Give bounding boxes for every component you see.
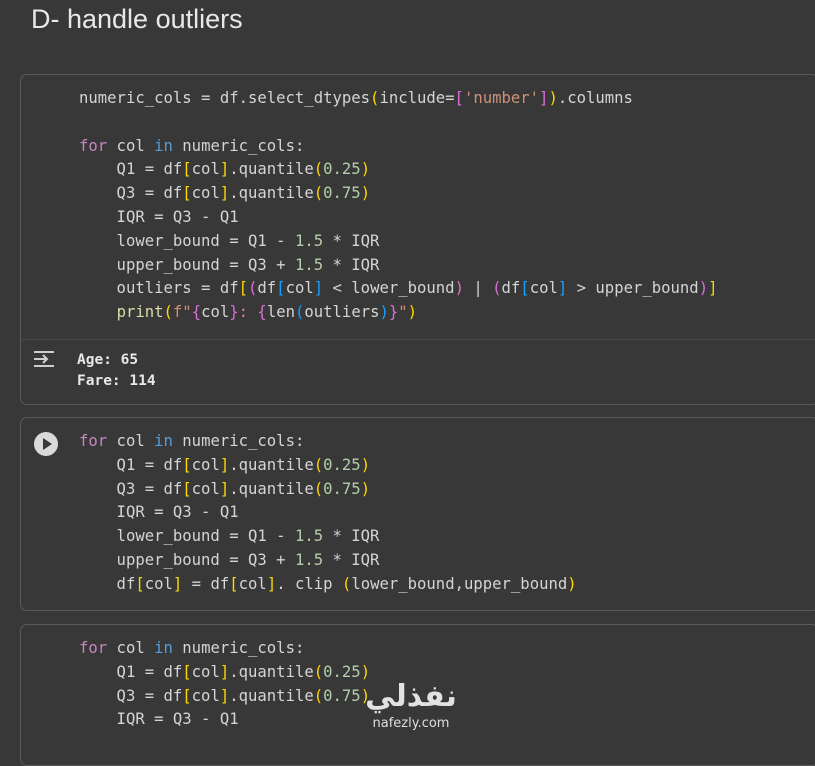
code-line: outliers = df[(df[col] < lower_bound) | … — [79, 279, 718, 298]
output-line: Age: 65 — [77, 352, 139, 368]
code-line: for col in numeric_cols: — [79, 432, 305, 450]
code-line: IQR = Q3 - Q1 — [79, 503, 239, 522]
code-line: IQR = Q3 - Q1 — [79, 710, 239, 729]
play-icon[interactable] — [34, 432, 58, 456]
code-cell-2[interactable]: for col in numeric_cols: Q1 = df[col].qu… — [20, 417, 815, 611]
code-editor[interactable]: for col in numeric_cols: Q1 = df[col].qu… — [79, 637, 370, 732]
code-line: numeric_cols = df.select_dtypes(include=… — [79, 89, 633, 107]
output-line: Fare: 114 — [77, 373, 156, 389]
code-line: Q3 = df[col].quantile(0.75) — [79, 686, 371, 705]
code-line: print(f"{col}: {len(outliers)}") — [116, 303, 418, 322]
code-line: Q1 = df[col].quantile(0.25) — [79, 455, 371, 474]
code-line: lower_bound = Q1 - 1.5 * IQR — [79, 527, 380, 546]
code-line: lower_bound = Q1 - 1.5 * IQR — [79, 231, 380, 250]
code-line: for col in numeric_cols: — [79, 136, 305, 155]
code-line: for col in numeric_cols: — [79, 639, 305, 657]
code-line: Q1 = df[col].quantile(0.25) — [79, 662, 371, 681]
code-cell-1[interactable]: numeric_cols = df.select_dtypes(include=… — [20, 74, 815, 405]
code-line: Q3 = df[col].quantile(0.75) — [79, 184, 371, 203]
code-editor[interactable]: numeric_cols = df.select_dtypes(include=… — [79, 87, 717, 325]
section-title: D- handle outliers — [31, 4, 243, 34]
code-editor[interactable]: for col in numeric_cols: Q1 = df[col].qu… — [79, 430, 577, 597]
watermark-logo: نفذلي nafezly.com — [356, 680, 466, 736]
watermark-arabic: نفذلي — [365, 679, 457, 714]
code-line: Q1 = df[col].quantile(0.25) — [79, 160, 371, 179]
watermark-latin: nafezly.com — [372, 716, 450, 731]
code-line: IQR = Q3 - Q1 — [79, 207, 239, 226]
code-line: upper_bound = Q3 + 1.5 * IQR — [79, 255, 380, 274]
cell-output: Age: 65 Fare: 114 — [21, 339, 815, 404]
output-toggle-icon[interactable] — [32, 348, 58, 370]
code-line: upper_bound = Q3 + 1.5 * IQR — [79, 550, 380, 569]
code-line: Q3 = df[col].quantile(0.75) — [79, 479, 371, 498]
code-line: df[col] = df[col]. clip (lower_bound,upp… — [79, 574, 577, 593]
